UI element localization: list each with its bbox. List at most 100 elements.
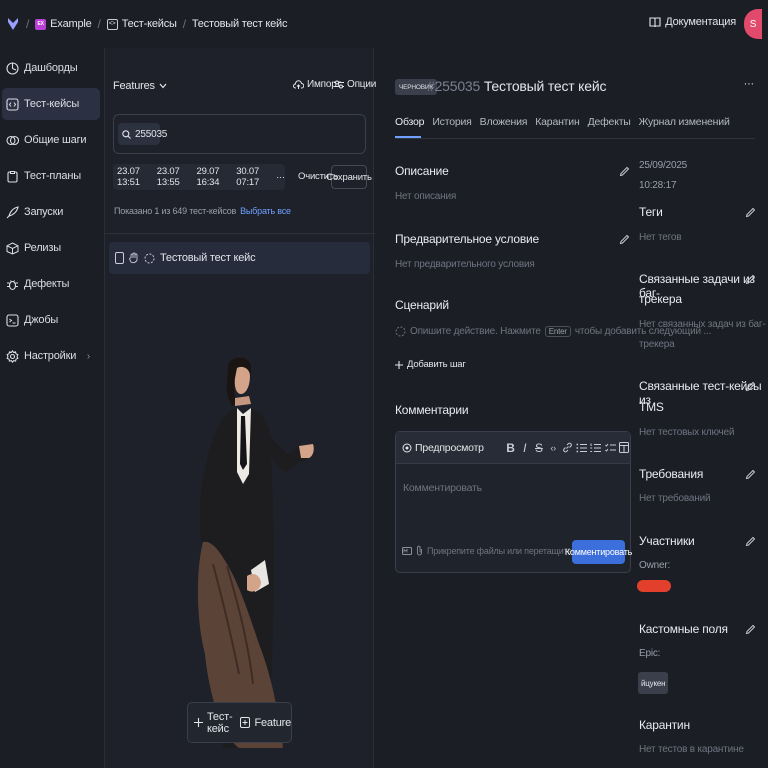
top-bar: / EX Example / <> Тест-кейсы / Тестовый … [0,0,768,48]
numbered-list-icon[interactable] [590,439,602,457]
precondition-empty: Нет предварительного условия [395,259,535,270]
docs-link[interactable]: Документация [649,16,736,28]
eye-icon[interactable] [402,443,412,453]
chevron-right-icon[interactable]: › [87,351,90,362]
breadcrumb-separator: / [182,17,186,31]
filter-chip[interactable]: 23.07 13:51 [117,166,151,188]
edit-requirements-icon[interactable] [745,469,756,480]
test-case-id: #255035 [427,78,481,94]
add-step-button[interactable]: Добавить шаг [395,359,466,370]
edit-tags-icon[interactable] [745,207,756,218]
test-case-title: Тестовый тест кейс [160,252,256,264]
sidebar: Дашборды Тест-кейсы Общие шаги Тест-план… [0,48,104,768]
more-actions-icon[interactable]: ··· [744,78,755,90]
add-feature-button[interactable]: Feature [240,717,291,729]
epic-value-chip[interactable]: йцукен [638,672,669,694]
italic-icon[interactable]: I [519,439,530,457]
attach-files[interactable]: Прикрепите файлы или перетащите их [402,545,584,556]
saved-filters: 23.07 13:51 23.07 13:55 29.07 16:34 30.0… [113,164,285,190]
search-chip[interactable]: 255035 [118,123,167,145]
save-filter-button[interactable]: Сохранить [326,165,372,189]
group-selector[interactable]: Features [113,80,167,92]
link-icon[interactable] [562,439,573,457]
markdown-icon [402,546,412,555]
sidebar-item-label: Общие шаги [24,134,87,146]
checkbox[interactable] [115,252,124,264]
package-icon [6,241,19,255]
filter-chip[interactable]: 30.07 07:17 [236,166,270,188]
sidebar-item-label: Настройки [24,350,77,362]
breadcrumb-project[interactable]: Example [50,18,92,30]
bold-icon[interactable]: B [505,439,516,457]
tab-overview[interactable]: Обзор [395,116,425,128]
tab-quarantine[interactable]: Карантин [535,116,580,128]
test-case-detail-panel: ЧЕРНОВИК #255035 Тестовый тест кейс ··· … [375,48,768,768]
edit-custom-fields-icon[interactable] [745,624,756,635]
requirements-empty: Нет требований [639,493,711,504]
options-label: Опции [347,79,377,90]
preview-toggle[interactable]: Предпросмотр [415,442,484,454]
avatar[interactable]: S [744,9,762,39]
comment-editor: Предпросмотр B I S ‹› Комментировать При… [395,431,632,573]
sidebar-item-jobs[interactable]: Джобы [2,304,100,336]
breadcrumb-separator: / [26,17,30,31]
breadcrumb-separator: / [97,17,101,31]
tab-defects[interactable]: Дефекты [588,116,631,128]
edit-issues-icon[interactable] [745,274,756,285]
comment-input[interactable]: Комментировать [403,482,482,494]
table-icon[interactable] [619,439,630,457]
docs-label: Документация [665,16,736,28]
app-logo-icon[interactable] [6,17,20,31]
edit-tms-icon[interactable] [745,381,756,392]
plus-icon [395,360,403,369]
filter-chip[interactable]: 29.07 16:34 [197,166,231,188]
strikethrough-icon[interactable]: S [533,439,544,457]
bulleted-list-icon[interactable] [576,439,588,457]
checklist-icon[interactable] [604,439,616,457]
terminal-icon [6,313,19,327]
sidebar-item-releases[interactable]: Релизы [2,232,100,264]
options-button[interactable]: Опции [334,79,376,90]
comment-submit-button[interactable]: Комментировать [565,540,632,564]
search-input[interactable]: 255035 [113,114,366,154]
sidebar-item-label: Дефекты [24,278,70,290]
custom-fields-title: Кастомные поля [639,622,728,636]
sidebar-item-test-cases[interactable]: Тест-кейсы [2,88,100,120]
breadcrumb-current: Тестовый тест кейс [191,18,288,30]
attach-hint: Прикрепите файлы или перетащите их [427,545,584,556]
detail-tabs: Обзор История Вложения Карантин Дефекты … [395,116,730,128]
test-cases-icon: <> [106,18,118,30]
gear-icon [6,349,19,363]
bug-icon [6,278,19,291]
tab-history[interactable]: История [432,116,472,128]
code-icon[interactable]: ‹› [548,439,559,457]
test-case-name[interactable]: Тестовый тест кейс [484,78,607,94]
tags-empty: Нет тегов [639,232,682,243]
add-test-case-button[interactable]: Тест-кейс [194,711,233,735]
add-feature-label: Feature [254,716,291,729]
edit-members-icon[interactable] [745,536,756,547]
sidebar-item-defects[interactable]: Дефекты [2,268,100,300]
sidebar-item-settings[interactable]: Настройки › [2,340,100,372]
tags-title: Теги [639,205,663,219]
filters-more-icon[interactable]: ··· [276,172,285,183]
sidebar-item-dashboards[interactable]: Дашборды [2,52,100,84]
quarantine-title: Карантин [639,718,690,732]
tab-attachments[interactable]: Вложения [480,116,528,128]
description-title: Описание [395,164,449,178]
tab-changelog[interactable]: Журнал изменений [639,116,730,128]
filter-chip[interactable]: 23.07 13:55 [157,166,191,188]
project-badge: EX [35,18,47,30]
sidebar-item-test-plans[interactable]: Тест-планы [2,160,100,192]
owner-redacted [637,580,671,592]
edit-precondition-icon[interactable] [619,234,630,245]
breadcrumb-section[interactable]: Тест-кейсы [122,18,177,30]
scenario-title: Сценарий [395,298,449,312]
select-all-link[interactable]: Выбрать все [240,206,291,216]
sidebar-item-shared-steps[interactable]: Общие шаги [2,124,100,156]
test-case-row[interactable]: Тестовый тест кейс [109,242,370,274]
search-value: 255035 [135,128,168,140]
edit-description-icon[interactable] [619,166,630,177]
sidebar-item-launches[interactable]: Запуски [2,196,100,228]
sidebar-item-label: Тест-планы [24,170,81,182]
